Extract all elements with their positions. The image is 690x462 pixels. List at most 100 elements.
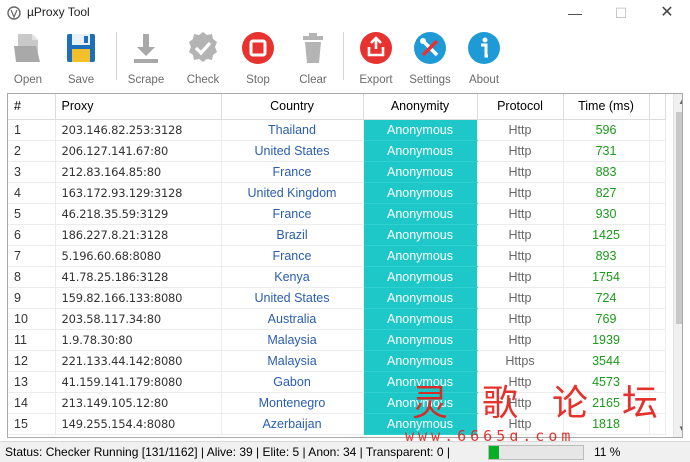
time-cell: 724	[563, 287, 650, 309]
anonymity-cell: Anonymous	[363, 245, 478, 267]
country-cell: France	[221, 161, 364, 183]
protocol-cell: Http	[477, 140, 564, 162]
about-button[interactable]: About	[459, 30, 509, 86]
country-cell: Montenegro	[221, 392, 364, 414]
tools-icon	[414, 32, 446, 64]
anonymity-cell: Anonymous	[363, 161, 478, 183]
table-row[interactable]: 3 212.83.164.85:80 France Anonymous Http 883	[8, 161, 666, 183]
open-button[interactable]: Open	[3, 30, 53, 86]
country-cell: Malaysia	[221, 329, 364, 351]
table-row[interactable]: 9 159.82.166.133:8080 United States Anonymo…	[8, 287, 666, 309]
protocol-cell: Http	[477, 287, 564, 309]
table-row[interactable]: 10 203.58.117.34:80 Australia Anonymous Http…	[8, 308, 666, 330]
time-cell: 883	[563, 161, 650, 183]
proxy-address: 41.78.25.186:3128	[55, 266, 222, 288]
row-number: 7	[8, 245, 56, 267]
close-button[interactable]: ✕	[644, 0, 690, 26]
protocol-cell: Https	[477, 350, 564, 372]
column-header-filler	[649, 94, 666, 120]
status-text: Status: Checker Running [131/1162] | Ali…	[5, 445, 450, 459]
export-label: Export	[359, 74, 393, 86]
clear-button[interactable]: Clear	[288, 30, 338, 86]
time-cell: 1939	[563, 329, 650, 351]
stop-icon	[242, 32, 274, 64]
country-cell: Thailand	[221, 119, 364, 141]
progress-percent: 11 %	[594, 445, 621, 459]
download-arrow-icon	[134, 34, 158, 63]
country-cell: Gabon	[221, 371, 364, 393]
toolbar: Open Save Scrape Check Stop Clear Export…	[0, 26, 690, 88]
column-header-anonymity[interactable]: Anonymity	[363, 94, 478, 120]
stop-button[interactable]: Stop	[233, 30, 283, 86]
status-bar: Status: Checker Running [131/1162] | Ali…	[0, 441, 690, 462]
title-bar: µProxy Tool — ☐ ✕	[0, 0, 690, 26]
country-cell: United States	[221, 140, 364, 162]
anonymity-cell: Anonymous	[363, 203, 478, 225]
check-button[interactable]: Check	[178, 30, 228, 86]
column-header-number[interactable]: #	[8, 94, 56, 120]
table-row[interactable]: 12 221.133.44.142:8080 Malaysia Anonymous Ht…	[8, 350, 666, 372]
scrape-button[interactable]: Scrape	[121, 30, 171, 86]
country-cell: United Kingdom	[221, 182, 364, 204]
table-row[interactable]: 11 1.9.78.30:80 Malaysia Anonymous Http 1939	[8, 329, 666, 351]
column-header-proxy[interactable]: Proxy	[55, 94, 222, 120]
row-number: 8	[8, 266, 56, 288]
time-cell: 827	[563, 182, 650, 204]
table-row[interactable]: 7 5.196.60.68:8080 France Anonymous Http 893	[8, 245, 666, 267]
anonymity-cell: Anonymous	[363, 329, 478, 351]
column-header-protocol[interactable]: Protocol	[477, 94, 564, 120]
proxy-address: 212.83.164.85:80	[55, 161, 222, 183]
column-header-country[interactable]: Country	[221, 94, 364, 120]
save-button[interactable]: Save	[56, 30, 106, 86]
progress-bar	[488, 445, 584, 460]
table-row[interactable]: 8 41.78.25.186:3128 Kenya Anonymous Http 1754	[8, 266, 666, 288]
protocol-cell: Http	[477, 308, 564, 330]
maximize-button[interactable]: ☐	[598, 0, 644, 26]
row-number: 13	[8, 371, 56, 393]
scroll-up-icon[interactable]: ▲	[678, 97, 682, 106]
country-cell: France	[221, 245, 364, 267]
table-row[interactable]: 6 186.227.8.21:3128 Brazil Anonymous Http 142…	[8, 224, 666, 246]
scrollbar-thumb[interactable]	[676, 112, 682, 324]
anonymity-cell: Anonymous	[363, 182, 478, 204]
open-file-icon	[14, 34, 40, 62]
proxy-address: 206.127.141.67:80	[55, 140, 222, 162]
column-header-time[interactable]: Time (ms)	[563, 94, 650, 120]
app-logo-icon	[7, 6, 21, 20]
anonymity-cell: Anonymous	[363, 140, 478, 162]
protocol-cell: Http	[477, 329, 564, 351]
watermark-logo: 灵歌论坛	[412, 383, 690, 424]
open-label: Open	[13, 74, 43, 86]
table-row[interactable]: 1 203.146.82.253:3128 Thailand Anonymous Htt…	[8, 119, 666, 141]
row-number: 5	[8, 203, 56, 225]
table-row[interactable]: 2 206.127.141.67:80 United States Anonymous…	[8, 140, 666, 162]
maximize-icon: ☐	[614, 5, 628, 21]
row-number: 1	[8, 119, 56, 141]
export-icon	[360, 32, 392, 64]
table-row[interactable]: 4 163.172.93.129:3128 United Kingdom Anonym…	[8, 182, 666, 204]
proxy-address: 46.218.35.59:3129	[55, 203, 222, 225]
anonymity-cell: Anonymous	[363, 350, 478, 372]
time-cell: 3544	[563, 350, 650, 372]
row-number: 15	[8, 413, 56, 435]
country-cell: France	[221, 203, 364, 225]
protocol-cell: Http	[477, 119, 564, 141]
time-cell: 731	[563, 140, 650, 162]
export-button[interactable]: Export	[351, 30, 401, 86]
time-cell: 769	[563, 308, 650, 330]
trash-icon	[303, 33, 323, 63]
check-label: Check	[186, 74, 220, 86]
protocol-cell: Http	[477, 182, 564, 204]
stop-label: Stop	[246, 74, 270, 86]
time-cell: 596	[563, 119, 650, 141]
protocol-cell: Http	[477, 224, 564, 246]
time-cell: 930	[563, 203, 650, 225]
settings-button[interactable]: Settings	[405, 30, 455, 86]
protocol-cell: Http	[477, 266, 564, 288]
row-number: 10	[8, 308, 56, 330]
proxy-address: 163.172.93.129:3128	[55, 182, 222, 204]
proxy-address: 213.149.105.12:80	[55, 392, 222, 414]
minimize-button[interactable]: —	[552, 0, 598, 26]
table-row[interactable]: 5 46.218.35.59:3129 France Anonymous Http 930	[8, 203, 666, 225]
window-title: µProxy Tool	[27, 5, 90, 19]
